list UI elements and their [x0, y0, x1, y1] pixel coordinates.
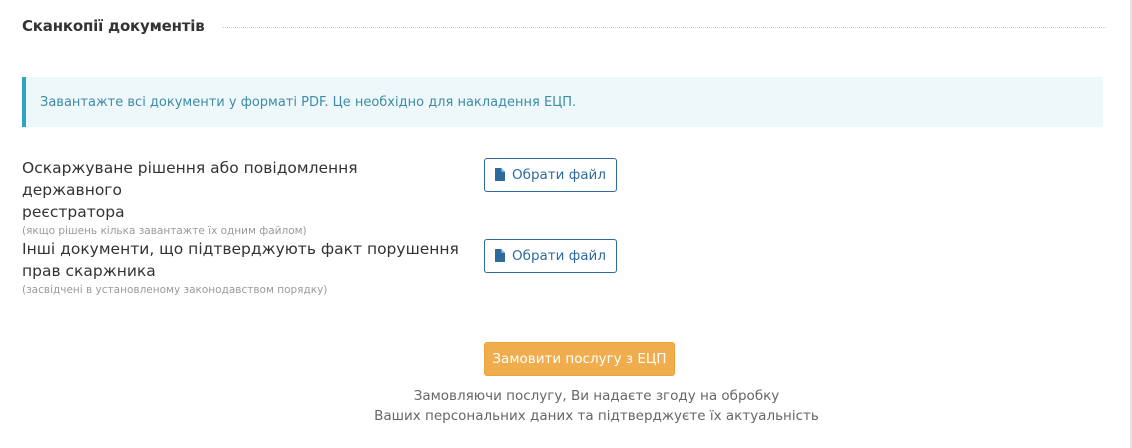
file-icon [495, 168, 506, 181]
section-header: Сканкопії документів [22, 15, 1106, 37]
consent-text-line2: Ваших персональних даних та підтверджуєт… [374, 408, 819, 424]
appealed-decision-label-line2: реєстратора [22, 203, 125, 221]
other-documents-choose-file-label: Обрати файл [512, 248, 606, 264]
other-documents-label: Інші документи, що підтверджують факт по… [22, 238, 462, 298]
info-alert-text: Завантажте всі документи у форматі PDF. … [40, 94, 577, 110]
consent-text-line1: Замовляючи послугу, Ви надаєте згоду на … [413, 388, 780, 404]
other-documents-label-line2: прав скаржника [22, 262, 156, 280]
other-documents-hint: (засвідчені в установленому законодавств… [22, 284, 328, 296]
appealed-decision-hint: (якщо рішень кілька завантажте їх одним … [22, 225, 307, 237]
appealed-decision-label-line1: Оскаржуване рішення або повідомлення дер… [22, 159, 358, 199]
order-service-ecp-button[interactable]: Замовити послугу з ЕЦП [484, 342, 675, 376]
other-documents-label-line1: Інші документи, що підтверджують факт по… [22, 240, 459, 258]
other-documents-choose-file-button[interactable]: Обрати файл [484, 239, 617, 273]
appealed-decision-choose-file-button[interactable]: Обрати файл [484, 158, 617, 192]
appealed-decision-choose-file-label: Обрати файл [512, 167, 606, 183]
section-title: Сканкопії документів [22, 17, 205, 35]
info-alert: Завантажте всі документи у форматі PDF. … [22, 77, 1103, 127]
section-divider [222, 26, 1106, 28]
file-icon [495, 249, 506, 262]
appealed-decision-label: Оскаржуване рішення або повідомлення дер… [22, 157, 462, 239]
